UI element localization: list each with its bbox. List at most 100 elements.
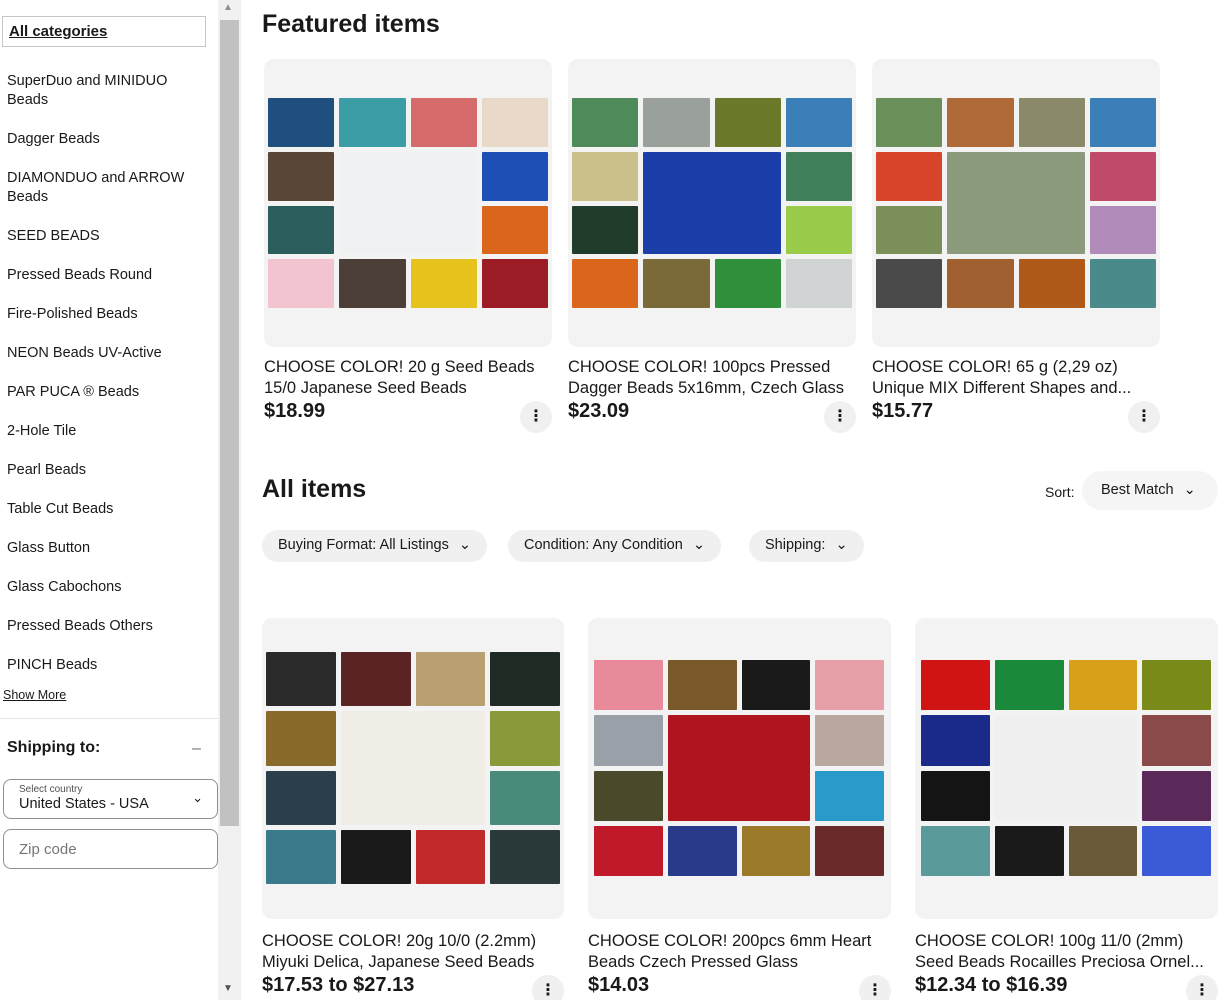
bead-swatch [1068, 825, 1138, 876]
product-title-line[interactable]: Miyuki Delica, Japanese Seed Beads [262, 952, 564, 973]
bead-swatch [266, 711, 336, 766]
product-title-line[interactable]: CHOOSE COLOR! 20 g Seed Beads [264, 357, 552, 378]
more-options-icon[interactable]: ⋮ [824, 401, 856, 433]
main-content: Featured items CHOOSE COLOR! 20 g Seed B… [241, 0, 1230, 1000]
bead-swatch [785, 151, 852, 201]
bead-swatch [994, 825, 1064, 876]
scroll-down-icon[interactable]: ▼ [223, 983, 233, 994]
buying-format-filter[interactable]: Buying Format: All Listings ⌄ [262, 530, 488, 562]
product-title-line[interactable]: Beads Czech Pressed Glass [588, 952, 891, 973]
category-item[interactable]: Glass Cabochons [7, 578, 207, 597]
category-item[interactable]: Fire-Polished Beads [7, 305, 207, 324]
bead-swatch [815, 770, 884, 821]
product-title-line[interactable]: Seed Beads Rocailles Preciosa Ornel... [915, 952, 1218, 973]
filter-label: Condition: Any Condition [524, 537, 683, 553]
bead-swatch [490, 652, 560, 707]
condition-filter[interactable]: Condition: Any Condition ⌄ [508, 530, 721, 562]
collapse-icon[interactable]: – [192, 740, 201, 758]
shipping-title: Shipping to: [7, 739, 101, 756]
show-more-link[interactable]: Show More [3, 688, 66, 702]
item-card[interactable]: CHOOSE COLOR! 20g 10/0 (2.2mm) Miyuki De… [262, 618, 564, 1000]
product-image[interactable] [588, 618, 891, 919]
sidebar-scrollbar[interactable]: ▲ ▼ [218, 0, 241, 1000]
bead-swatch-grid [266, 652, 560, 884]
bead-swatch [490, 770, 560, 825]
bead-swatch [572, 259, 639, 308]
bead-swatch [266, 652, 336, 707]
bead-swatch-main [339, 151, 477, 255]
bead-swatch [1142, 825, 1211, 876]
bead-swatch [268, 205, 335, 255]
country-select[interactable]: Select country United States - USA ⌄ [3, 779, 218, 819]
category-item[interactable]: PINCH Beads [7, 656, 207, 675]
bead-swatch [340, 652, 411, 707]
product-image[interactable] [872, 59, 1160, 347]
bead-swatch [994, 660, 1064, 711]
bead-swatch [572, 98, 639, 147]
bead-swatch [1089, 98, 1156, 147]
more-options-icon[interactable]: ⋮ [1186, 975, 1218, 1000]
chevron-down-icon: ⌄ [458, 537, 472, 553]
bead-swatch [876, 259, 943, 308]
item-card[interactable]: CHOOSE COLOR! 200pcs 6mm Heart Beads Cze… [588, 618, 891, 1000]
bead-swatch-grid [572, 98, 852, 308]
product-title-line[interactable]: CHOOSE COLOR! 65 g (2,29 oz) [872, 357, 1160, 378]
category-item[interactable]: 2-Hole Tile [7, 422, 207, 441]
category-item[interactable]: Pressed Beads Others [7, 617, 207, 636]
category-item[interactable]: Pressed Beads Round [7, 266, 207, 285]
product-title-line[interactable]: Dagger Beads 5x16mm, Czech Glass [568, 378, 856, 399]
all-categories-link[interactable]: All categories [2, 16, 206, 47]
product-image[interactable] [264, 59, 552, 347]
more-options-icon[interactable]: ⋮ [532, 975, 564, 1000]
bead-swatch [594, 715, 663, 766]
sort-dropdown[interactable]: Best Match ⌄ [1082, 471, 1218, 510]
category-item[interactable]: SuperDuo and MINIDUO Beads [7, 72, 207, 110]
product-title-line[interactable]: 15/0 Japanese Seed Beads [264, 378, 552, 399]
category-item[interactable]: DIAMONDUO and ARROW Beads [7, 169, 207, 207]
more-options-icon[interactable]: ⋮ [520, 401, 552, 433]
sort-label: Sort: [1045, 484, 1075, 500]
product-image[interactable] [915, 618, 1218, 919]
category-item[interactable]: Pearl Beads [7, 461, 207, 480]
category-item[interactable]: Table Cut Beads [7, 500, 207, 519]
bead-swatch [594, 660, 663, 711]
scroll-up-icon[interactable]: ▲ [223, 2, 233, 13]
bead-swatch [1142, 715, 1211, 766]
bead-swatch-main [643, 151, 781, 255]
chevron-down-icon: ⌄ [1183, 482, 1196, 498]
featured-item-card[interactable]: CHOOSE COLOR! 20 g Seed Beads 15/0 Japan… [264, 59, 552, 433]
product-title-line[interactable]: CHOOSE COLOR! 20g 10/0 (2.2mm) [262, 931, 564, 952]
category-item[interactable]: PAR PUCA ® Beads [7, 383, 207, 402]
more-options-icon[interactable]: ⋮ [859, 975, 891, 1000]
category-item[interactable]: Dagger Beads [7, 130, 207, 149]
product-title-line[interactable]: CHOOSE COLOR! 200pcs 6mm Heart [588, 931, 891, 952]
category-item[interactable]: SEED BEADS [7, 227, 207, 246]
bead-swatch [785, 259, 852, 308]
featured-item-card[interactable]: CHOOSE COLOR! 100pcs Pressed Dagger Bead… [568, 59, 856, 433]
bead-swatch [1089, 151, 1156, 201]
featured-item-card[interactable]: CHOOSE COLOR! 65 g (2,29 oz) Unique MIX … [872, 59, 1160, 433]
zip-code-input[interactable] [3, 829, 218, 869]
bead-swatch [643, 98, 710, 147]
category-item[interactable]: Glass Button [7, 539, 207, 558]
bead-swatch [481, 205, 548, 255]
bead-swatch [741, 660, 811, 711]
bead-swatch [921, 660, 990, 711]
product-image[interactable] [262, 618, 564, 919]
category-list: SuperDuo and MINIDUO Beads Dagger Beads … [7, 72, 207, 695]
product-title-line[interactable]: Unique MIX Different Shapes and... [872, 378, 1160, 399]
bead-swatch [785, 98, 852, 147]
bead-swatch [921, 770, 990, 821]
more-options-icon[interactable]: ⋮ [1128, 401, 1160, 433]
bead-swatch [714, 259, 781, 308]
bead-swatch [714, 98, 781, 147]
product-title-line[interactable]: CHOOSE COLOR! 100pcs Pressed [568, 357, 856, 378]
shipping-filter[interactable]: Shipping: ⌄ [749, 530, 864, 562]
product-image[interactable] [568, 59, 856, 347]
item-card[interactable]: CHOOSE COLOR! 100g 11/0 (2mm) Seed Beads… [915, 618, 1218, 1000]
scrollbar-thumb[interactable] [220, 20, 239, 826]
product-title-line[interactable]: CHOOSE COLOR! 100g 11/0 (2mm) [915, 931, 1218, 952]
bead-swatch [815, 715, 884, 766]
country-select-value: United States - USA [19, 796, 149, 812]
category-item[interactable]: NEON Beads UV-Active [7, 344, 207, 363]
